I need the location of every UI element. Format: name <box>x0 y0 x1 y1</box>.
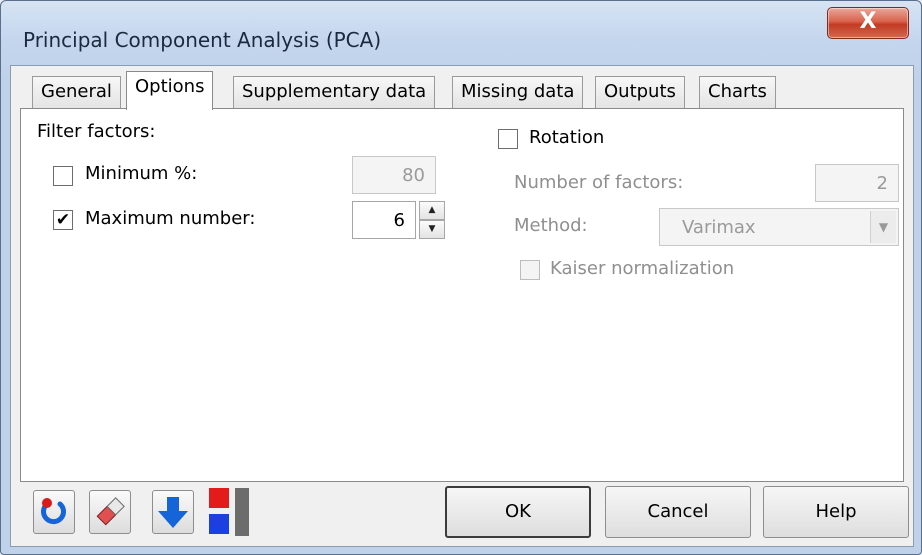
tab-outputs[interactable]: Outputs <box>595 76 685 108</box>
help-button[interactable]: Help <box>763 486 909 538</box>
tab-label: Charts <box>708 81 767 102</box>
minimum-percent-field[interactable]: 80 <box>352 156 436 194</box>
tab-label: Missing data <box>461 81 575 102</box>
tab-supplementary-data[interactable]: Supplementary data <box>233 76 436 108</box>
kaiser-normalization-label: Kaiser normalization <box>550 258 735 279</box>
eraser-icon <box>96 497 125 526</box>
tab-general[interactable]: General <box>32 76 121 108</box>
down-arrow-icon <box>158 497 188 528</box>
maximum-number-label: Maximum number: <box>85 208 256 229</box>
cancel-button[interactable]: Cancel <box>605 486 751 538</box>
reset-button[interactable] <box>33 490 75 534</box>
clear-button[interactable] <box>89 490 131 534</box>
close-button[interactable]: X <box>827 7 909 39</box>
filter-factors-heading: Filter factors: <box>37 121 156 142</box>
tab-options[interactable]: Options <box>126 71 214 110</box>
method-value: Varimax <box>682 217 756 238</box>
rotation-label: Rotation <box>529 127 605 148</box>
tab-missing-data[interactable]: Missing data <box>452 76 584 108</box>
tab-label: General <box>41 81 112 102</box>
spin-down-icon[interactable]: ▼ <box>419 220 445 239</box>
close-icon: X <box>859 9 877 34</box>
spin-up-icon[interactable]: ▲ <box>419 201 445 220</box>
chevron-down-icon[interactable]: ▼ <box>870 211 896 243</box>
tab-label: Outputs <box>604 81 676 102</box>
dialog-window: Principal Component Analysis (PCA) X Gen… <box>0 0 922 555</box>
dialog-client-area: General Options Supplementary data Missi… <box>10 65 914 547</box>
rotation-checkbox[interactable] <box>498 129 518 149</box>
minimum-percent-checkbox[interactable] <box>53 166 73 186</box>
maximum-number-field[interactable]: 6 <box>352 201 416 239</box>
tab-label: Options <box>135 76 205 97</box>
maximum-number-checkbox[interactable]: ✔ <box>53 210 73 230</box>
tab-label: Supplementary data <box>242 81 427 102</box>
checkmark-icon: ✔ <box>55 210 71 230</box>
method-select[interactable]: Varimax ▼ <box>659 208 899 246</box>
kaiser-normalization-checkbox[interactable] <box>520 260 540 280</box>
title-bar[interactable]: Principal Component Analysis (PCA) X <box>1 1 921 65</box>
number-of-factors-field[interactable]: 2 <box>815 164 899 202</box>
options-panel: Filter factors: Minimum %: 80 ✔ Maximum … <box>20 108 904 482</box>
window-title: Principal Component Analysis (PCA) <box>23 28 382 52</box>
method-label: Method: <box>514 215 588 236</box>
reset-icon <box>41 498 66 525</box>
number-of-factors-label: Number of factors: <box>514 172 684 193</box>
maximum-number-stepper[interactable]: ▲ ▼ <box>419 201 445 239</box>
minimum-percent-label: Minimum %: <box>85 163 198 184</box>
move-down-button[interactable] <box>152 490 194 534</box>
tab-charts[interactable]: Charts <box>699 76 776 108</box>
columns-icon <box>209 488 249 536</box>
ok-button[interactable]: OK <box>445 486 591 538</box>
columns-button[interactable] <box>207 486 259 538</box>
